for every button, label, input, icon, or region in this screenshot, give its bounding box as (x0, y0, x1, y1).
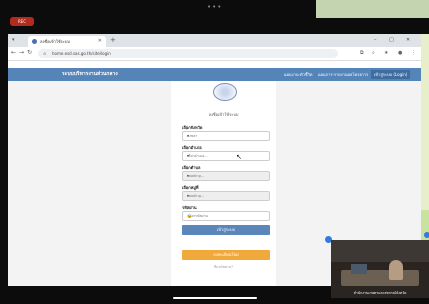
video-scene-ceiling (331, 240, 429, 262)
address-bar: ← → ↻ ⊙ home.esd.sas.go.th/site/login ⧉ … (8, 47, 421, 61)
login-title: ลงชื่อเข้าใช้ระบบ (208, 112, 239, 117)
village-label: เลือกหมู่ที่ (182, 185, 199, 190)
tab-title: ลงชื่อเข้าใช้ระบบ (40, 39, 70, 44)
mouse-cursor-icon: ↖ (236, 153, 242, 161)
forgot-password-link[interactable]: ลืมรหัสผ่าน? (171, 264, 276, 270)
village-select[interactable]: Loading... ▾ (182, 191, 270, 201)
background-wallpaper (316, 0, 429, 18)
close-tab-icon[interactable]: ✕ (98, 38, 102, 45)
maximize-icon[interactable]: □ (389, 37, 394, 44)
forward-icon[interactable]: → (19, 49, 24, 57)
home-indicator[interactable] (173, 297, 257, 299)
subdistrict-select[interactable]: Loading... ▾ (182, 171, 270, 181)
chevron-down-icon: ▾ (187, 193, 190, 198)
profile-icon[interactable]: ● (398, 50, 402, 57)
url-text: home.esd.sas.go.th/site/login (52, 51, 111, 56)
video-pip[interactable]: สำนักงานเกษตรและสหกรณ์จังหวัด (331, 240, 429, 298)
site-brand[interactable]: ระบบบริหารงานส่วนกลาง (62, 70, 118, 79)
favicon-icon (32, 39, 37, 44)
translate-icon[interactable]: ⧉ (360, 50, 364, 57)
menu-icon[interactable]: ⋮ (411, 50, 416, 57)
url-field[interactable]: ⊙ home.esd.sas.go.th/site/login (38, 49, 338, 58)
close-window-icon[interactable]: ✕ (406, 37, 410, 44)
district-label: เลือกอำเภอ (182, 145, 202, 150)
nav-link-projects[interactable]: แผนการ-รายงานผลโครงการ (318, 70, 368, 79)
site-navbar: ระบบบริหารงานส่วนกลาง แผนงาน-ตัวชี้วัด แ… (8, 68, 421, 81)
video-caption: สำนักงานเกษตรและสหกรณ์จังหวัด (353, 291, 407, 295)
login-button[interactable]: เข้าสู่ระบบ (182, 225, 270, 235)
lock-icon: 🔒 (187, 213, 192, 218)
bookmark-star-icon[interactable]: ★ (384, 50, 388, 57)
tab-search-icon[interactable]: ▾ (12, 37, 15, 44)
video-scene-person (389, 260, 403, 280)
province-label: เลือกจังหวัด (182, 125, 203, 130)
department-logo-icon (213, 83, 237, 101)
tab-bar: ▾ ลงชื่อเข้าใช้ระบบ ✕ + – □ ✕ (8, 34, 421, 47)
province-select[interactable]: สงขลา ▾ (182, 131, 270, 141)
district-select[interactable]: เลือกอำเภอ... ▾ (182, 151, 270, 161)
tab-login[interactable]: ลงชื่อเข้าใช้ระบบ ✕ (28, 36, 106, 47)
password-field[interactable]: กรอกรหัสผ่าน 🔒 (182, 211, 270, 221)
nav-link-plans[interactable]: แผนงาน-ตัวชี้วัด (284, 70, 312, 79)
video-scene-monitor (351, 264, 367, 274)
new-tab-icon[interactable]: + (110, 36, 116, 45)
register-button[interactable]: ลงทะเบียนใหม่ (182, 250, 270, 260)
login-card: ลงชื่อเข้าใช้ระบบ เลือกจังหวัด สงขลา ▾ เ… (171, 81, 276, 286)
password-label: รหัสผ่าน (182, 205, 197, 210)
reload-icon[interactable]: ↻ (27, 49, 32, 57)
chevron-down-icon: ▾ (187, 153, 190, 158)
pip-drag-handle[interactable] (424, 232, 429, 238)
site-info-icon[interactable]: ⊙ (43, 50, 46, 57)
chevron-down-icon: ▾ (187, 173, 190, 178)
nav-link-login[interactable]: เข้าสู่ระบบ (Login) (371, 70, 411, 79)
subdistrict-label: เลือกตำบล (182, 165, 201, 170)
more-dots-icon[interactable]: ••• (207, 4, 222, 11)
zoom-icon[interactable]: ⌕ (372, 50, 375, 57)
minimize-icon[interactable]: – (374, 37, 377, 44)
chevron-down-icon: ▾ (187, 133, 190, 138)
record-button[interactable]: REC (10, 17, 34, 26)
back-icon[interactable]: ← (11, 49, 16, 57)
